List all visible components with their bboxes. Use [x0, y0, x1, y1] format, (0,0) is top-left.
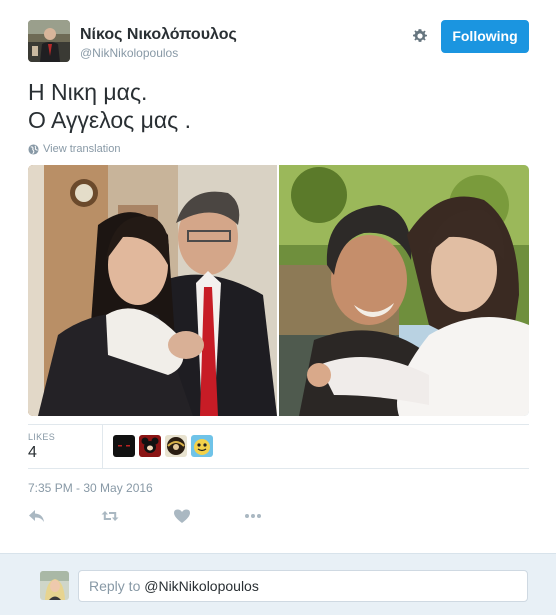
tweet-photo[interactable] [28, 165, 277, 416]
following-button[interactable]: Following [441, 20, 529, 53]
more-icon[interactable] [244, 508, 262, 524]
divider [28, 424, 529, 425]
likes-label: LIKES [28, 432, 56, 442]
like-icon[interactable] [173, 508, 191, 524]
reply-icon[interactable] [28, 508, 46, 524]
tweet-text-line: Ο Αγγελος μας . [28, 107, 192, 133]
reply-input[interactable]: Reply to @NikNikolopoulos [78, 570, 528, 602]
likers-list [113, 435, 213, 457]
tweet-photo[interactable] [279, 165, 529, 416]
likes-count[interactable]: 4 [28, 444, 37, 462]
liker-avatar[interactable] [113, 435, 135, 457]
tweet-card: Νίκος Νικολόπουλος @NikNikolopoulos Foll… [0, 0, 556, 553]
divider [102, 424, 103, 468]
view-translation-link[interactable]: View translation [28, 143, 120, 155]
tweet-text-line: Η Νικη μας. [28, 79, 148, 105]
globe-icon [28, 143, 39, 155]
tweet-timestamp[interactable]: 7:35 PM - 30 May 2016 [28, 481, 153, 495]
photo-grid [28, 165, 529, 416]
tweet-text: Η Νικη μας. Ο Αγγελος μας . [28, 78, 191, 134]
retweet-icon[interactable] [101, 508, 119, 524]
author-handle[interactable]: @NikNikolopoulos [80, 46, 178, 60]
reply-prefix: Reply to [89, 578, 145, 594]
author-avatar[interactable] [28, 20, 70, 62]
liker-avatar[interactable] [139, 435, 161, 457]
user-avatar[interactable] [40, 571, 69, 600]
divider [28, 468, 529, 469]
liker-avatar[interactable] [165, 435, 187, 457]
gear-icon[interactable] [410, 26, 430, 46]
reply-bar: Reply to @NikNikolopoulos [0, 553, 556, 615]
author-name[interactable]: Νίκος Νικολόπουλος [80, 26, 237, 44]
view-translation-label: View translation [43, 143, 121, 155]
liker-avatar[interactable] [191, 435, 213, 457]
reply-mention: @NikNikolopoulos [144, 578, 259, 594]
